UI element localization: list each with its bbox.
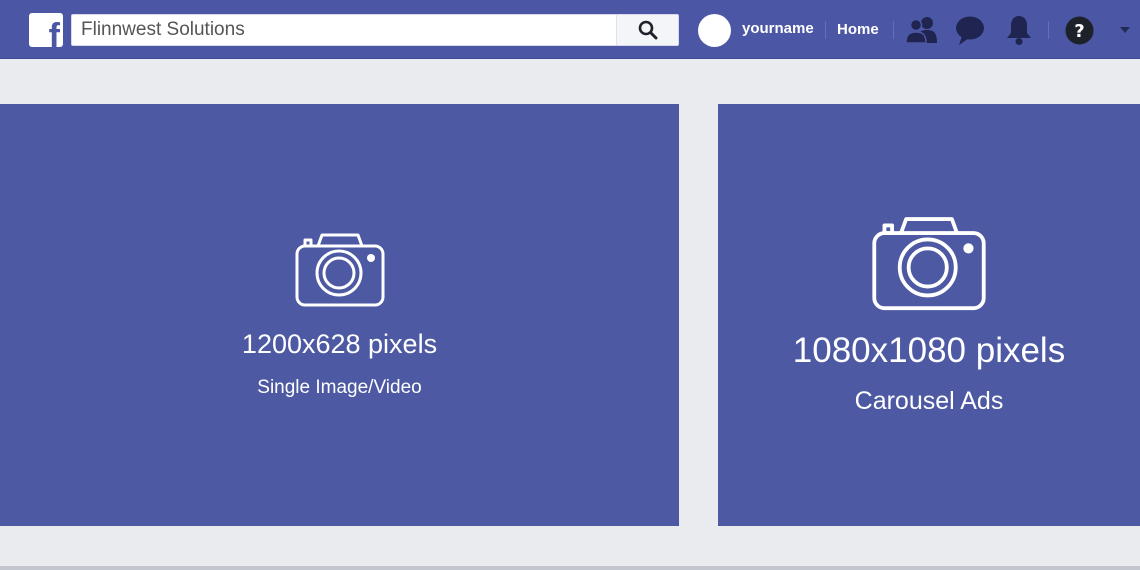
ad-dimensions: 1200x628 pixels [241, 329, 438, 359]
search-icon [638, 20, 657, 40]
ad-format-label: Carousel Ads [854, 387, 1004, 415]
caret-down-icon[interactable] [1120, 27, 1130, 33]
profile-username-link[interactable]: yourname [742, 20, 814, 37]
messages-icon[interactable] [954, 14, 986, 46]
nav-divider [893, 21, 894, 39]
camera-icon [295, 233, 384, 307]
search-box [71, 14, 679, 46]
nav-divider [1048, 21, 1049, 39]
page-bottom-divider [0, 566, 1140, 570]
notifications-icon[interactable] [1005, 14, 1033, 46]
search-input[interactable] [72, 15, 617, 45]
help-glyph: ? [1074, 21, 1084, 42]
search-button[interactable] [616, 15, 678, 45]
ad-format-label: Single Image/Video [257, 377, 422, 398]
ad-format-card-carousel: 1080x1080 pixels Carousel Ads [718, 104, 1140, 526]
ad-format-card-single-image: 1200x628 pixels Single Image/Video [0, 104, 679, 526]
facebook-logo-icon[interactable]: f [29, 13, 63, 47]
home-link[interactable]: Home [837, 21, 879, 38]
help-icon[interactable]: ? [1065, 16, 1094, 45]
ad-dimensions: 1080x1080 pixels [792, 331, 1066, 370]
avatar[interactable] [698, 14, 731, 47]
camera-icon [872, 217, 986, 311]
nav-divider [825, 21, 826, 39]
friends-icon[interactable] [905, 16, 939, 44]
top-navigation-bar: f yourname Home ? [0, 0, 1140, 59]
